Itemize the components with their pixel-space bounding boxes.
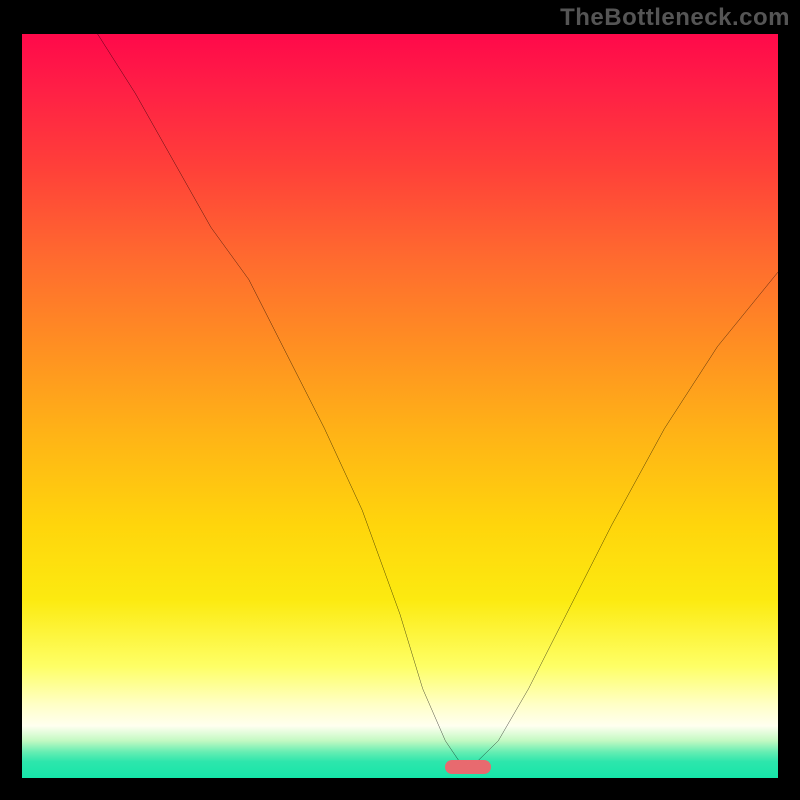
bottleneck-curve: [22, 34, 778, 778]
watermark-text: TheBottleneck.com: [560, 4, 790, 32]
chart-frame: TheBottleneck.com: [0, 0, 800, 800]
current-config-marker: [445, 760, 490, 774]
curve-path: [98, 34, 778, 763]
plot-area: [22, 34, 778, 778]
